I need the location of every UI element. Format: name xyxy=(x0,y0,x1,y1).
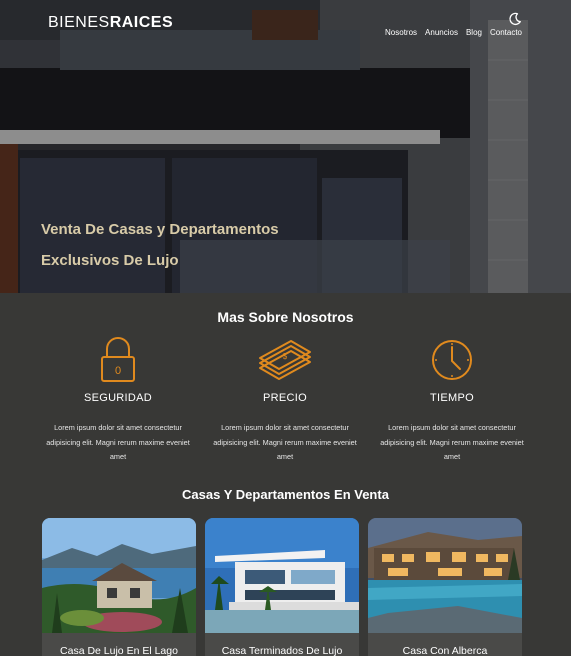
listings-cards: Casa De Lujo En El Lago Casa Terminados … xyxy=(42,518,522,656)
listing-card[interactable]: Casa Terminados De Lujo xyxy=(205,518,359,656)
about-section-title: Mas Sobre Nosotros xyxy=(217,309,354,325)
money-icon: $ xyxy=(259,340,311,380)
logo-light-text: BIENES xyxy=(48,14,110,31)
svg-text:$: $ xyxy=(283,352,288,361)
moon-icon[interactable] xyxy=(508,12,522,26)
feature-text: Lorem ipsum dolor sit amet consectetur a… xyxy=(380,423,524,461)
feature-heading: SEGURIDAD xyxy=(83,392,153,404)
svg-text:0: 0 xyxy=(115,365,121,377)
nav-link-contacto[interactable]: Contacto xyxy=(490,28,522,37)
features-list: 0 SEGURIDAD Lorem ipsum dolor sit amet c… xyxy=(38,336,532,465)
listing-image xyxy=(42,518,196,633)
listing-title: Casa De Lujo En El Lago xyxy=(60,645,178,656)
nav-link-nosotros[interactable]: Nosotros xyxy=(385,28,417,37)
feature-heading: PRECIO xyxy=(263,392,307,404)
listing-card[interactable]: Casa De Lujo En El Lago xyxy=(42,518,196,656)
lock-icon: 0 xyxy=(101,337,135,382)
listings-section-title: Casas Y Departamentos En Venta xyxy=(182,487,389,502)
logo-bold-text: RAICES xyxy=(109,14,174,31)
hero-title: Venta De Casas y Departamentos Exclusivo… xyxy=(41,214,279,276)
hero: BIENESRAICES Nosotros Anuncios Blog Cont… xyxy=(0,0,571,293)
hero-title-line2: Exclusivos De Lujo xyxy=(41,252,179,269)
clock-icon xyxy=(432,340,472,380)
main-nav: Nosotros Anuncios Blog Contacto xyxy=(385,28,522,37)
feature-text: Lorem ipsum dolor sit amet consectetur a… xyxy=(46,423,190,461)
listing-title: Casa Con Alberca xyxy=(402,645,488,656)
feature-heading: TIEMPO xyxy=(430,392,474,404)
listing-title: Casa Terminados De Lujo xyxy=(221,645,343,656)
feature-item: 0 SEGURIDAD Lorem ipsum dolor sit amet c… xyxy=(38,336,198,465)
hero-title-line1: Venta De Casas y Departamentos xyxy=(41,221,279,238)
logo[interactable]: BIENESRAICES xyxy=(48,14,173,32)
listing-image xyxy=(368,518,522,633)
listing-image xyxy=(205,518,359,633)
feature-item: TIEMPO Lorem ipsum dolor sit amet consec… xyxy=(372,336,532,465)
nav-link-blog[interactable]: Blog xyxy=(466,28,482,37)
feature-text: Lorem ipsum dolor sit amet consectetur a… xyxy=(213,423,357,461)
listing-card[interactable]: Casa Con Alberca xyxy=(368,518,522,656)
feature-item: $ PRECIO Lorem ipsum dolor sit amet cons… xyxy=(205,336,365,465)
nav-link-anuncios[interactable]: Anuncios xyxy=(425,28,458,37)
